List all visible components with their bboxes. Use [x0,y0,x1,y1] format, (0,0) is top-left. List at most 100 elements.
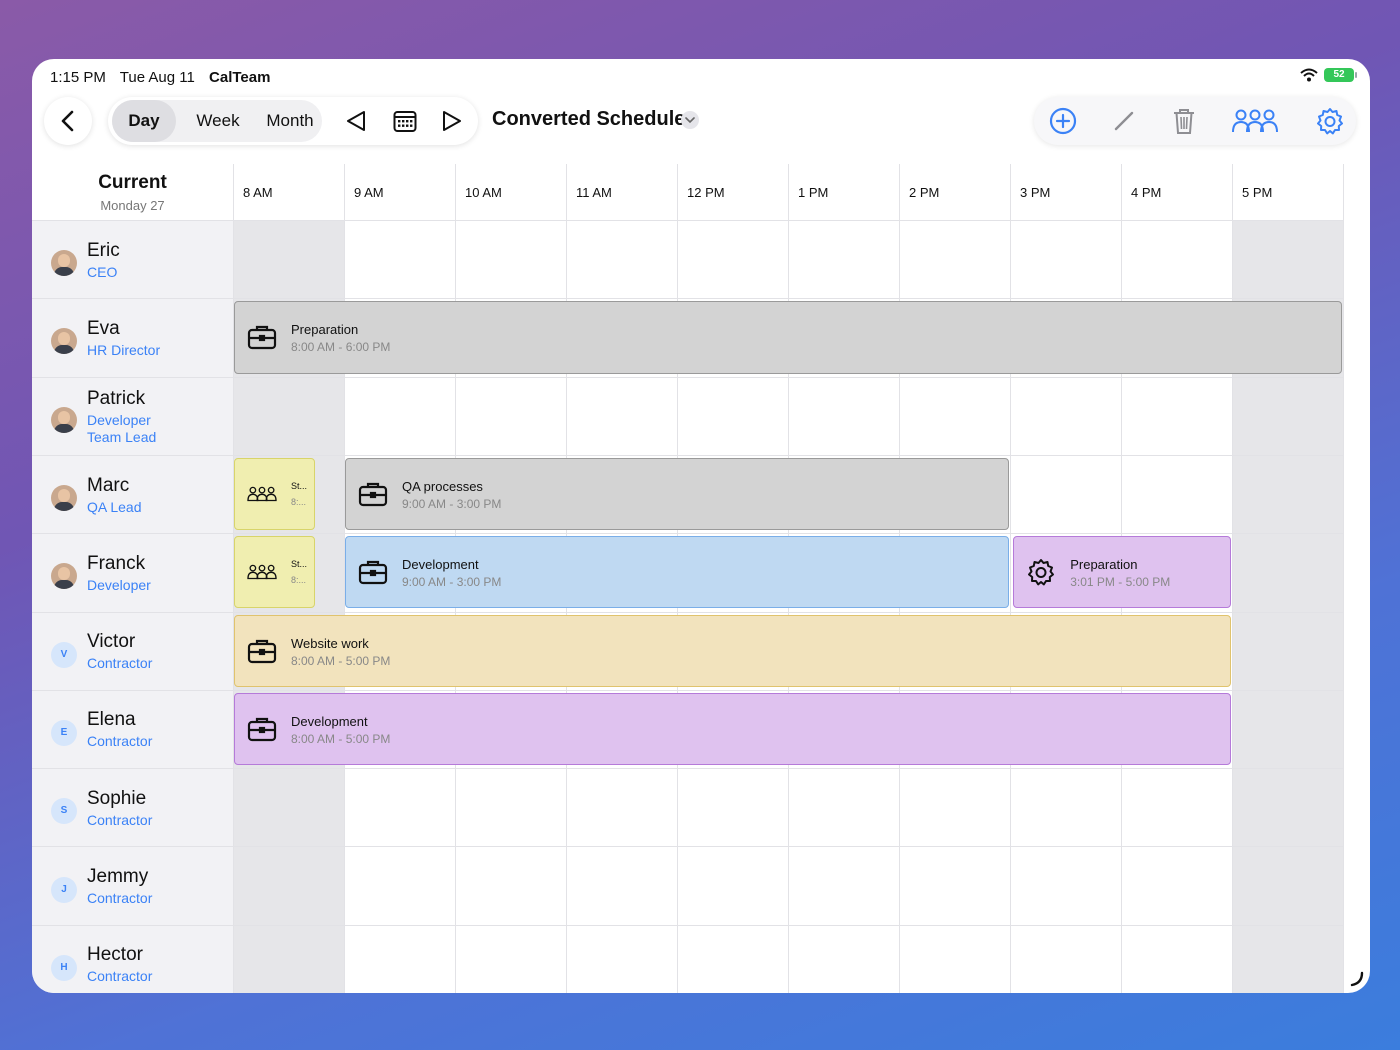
hour-label: 10 AM [465,185,502,200]
person-elena[interactable]: E Elena Contractor [32,690,233,768]
hour-label: 11 AM [576,185,612,200]
person-name: Franck [87,552,146,574]
person-role: Contractor [87,733,153,750]
schedule-grid: Current Monday 27 8 AM 9 AM 10 AM 11 AM 12 P… [32,164,1344,993]
person-role: QA Lead [87,498,142,515]
event-time: 9:00 AM - 3:00 PM [402,496,502,511]
loading-spinner-icon [1350,971,1364,987]
event-block[interactable]: Website work 8:00 AM - 5:00 PM [234,614,1231,687]
actions-bar [1034,97,1356,145]
avatar: E [51,719,77,746]
event-block[interactable]: QA processes 9:00 AM - 3:00 PM [345,457,1009,531]
briefcase-icon [358,479,388,509]
edit-button[interactable] [1108,105,1140,137]
person-role: Contractor [87,811,153,828]
tab-month[interactable]: Month [254,100,326,142]
briefcase-icon [247,714,277,744]
pencil-icon [1114,111,1134,131]
event-block[interactable]: St... 8:... [234,457,316,531]
person-role: Contractor [87,655,153,672]
event-title: St... [291,480,308,491]
person-eric[interactable]: Eric CEO [32,220,233,298]
gear-icon [1317,108,1343,135]
person-name: Sophie [87,787,147,809]
person-name: Patrick [87,387,146,409]
delete-button[interactable] [1168,105,1200,137]
person-name: Marc [87,474,130,496]
event-block[interactable]: St... 8:... [234,536,316,609]
avatar [51,485,77,512]
tab-day[interactable]: Day [112,100,176,142]
hour-label: 3 PM [1020,185,1051,200]
person-role: Contractor [87,890,153,907]
hour-label: 4 PM [1131,185,1162,200]
team-icon [247,479,277,509]
chevron-left-icon [61,110,74,132]
team-icon [247,557,277,587]
tab-week[interactable]: Week [186,100,250,142]
plus-circle-icon [1049,107,1077,135]
calendar-picker-button[interactable] [389,105,421,137]
avatar [51,563,77,590]
person-franck[interactable]: Franck Developer [32,533,233,611]
app-window: 1:15 PM Tue Aug 11 CalTeam 52 Day Week M… [32,59,1370,993]
event-block[interactable]: Preparation 8:00 AM - 6:00 PM [234,301,1342,374]
person-sophie[interactable]: S Sophie Contractor [32,768,233,846]
event-block[interactable]: Preparation 3:01 PM - 5:00 PM [1013,536,1231,609]
avatar [51,328,77,355]
event-title: St... [291,559,308,570]
status-bar: 1:15 PM Tue Aug 11 CalTeam 52 [32,59,1370,95]
chevron-down-icon[interactable] [681,111,699,129]
app-name: CalTeam [209,69,271,86]
person-role: HR Director [87,341,161,358]
settings-button[interactable] [1314,105,1346,137]
avatar: S [51,798,77,825]
next-button[interactable] [436,105,468,137]
person-name: Hector [87,944,143,966]
hour-label: 5 PM [1242,185,1273,200]
hour-label: 12 PM [687,185,725,200]
event-title: Preparation [1070,557,1138,573]
event-time: 8:00 AM - 6:00 PM [291,340,391,355]
hour-label: 2 PM [909,185,940,200]
person-name: Elena [87,709,136,731]
person-patrick[interactable]: Patrick Developer Team Lead [32,377,233,455]
person-eva[interactable]: Eva HR Director [32,298,233,376]
event-title: QA processes [402,478,483,494]
status-date: Tue Aug 11 [119,69,195,86]
add-button[interactable] [1047,105,1079,137]
view-switcher-bar: Day Week Month [108,97,478,145]
person-jemmy[interactable]: J Jemmy Contractor [32,846,233,924]
avatar [51,406,77,433]
gear-icon [1026,557,1056,587]
event-title: Development [402,557,479,573]
event-block[interactable]: Development 9:00 AM - 3:00 PM [345,536,1009,609]
person-marc[interactable]: Marc QA Lead [32,455,233,533]
person-role: Developer [87,411,151,428]
back-button[interactable] [44,97,92,145]
event-title: Website work [291,635,369,651]
triangle-right-icon [443,111,461,131]
avatar: H [51,954,77,981]
team-button[interactable] [1230,105,1280,137]
event-time: 3:01 PM - 5:00 PM [1070,575,1171,590]
previous-button[interactable] [340,105,372,137]
current-label: Current [98,172,167,193]
current-day-header: Current Monday 27 [32,164,233,220]
person-name: Eva [87,317,120,339]
hour-divider [1343,164,1344,993]
hour-divider [1010,164,1011,993]
status-time: 1:15 PM [50,69,106,86]
person-victor[interactable]: V Victor Contractor [32,612,233,690]
triangle-left-icon [347,111,365,131]
person-hector[interactable]: H Hector Contractor [32,925,233,993]
person-name: Eric [87,239,120,261]
event-block[interactable]: Development 8:00 AM - 5:00 PM [234,692,1231,766]
current-date: Monday 27 [100,198,165,213]
person-role: Developer [87,576,151,593]
toolbar: Day Week Month Converted Schedule [32,95,1370,153]
person-role: CEO [87,263,118,280]
hour-label: 8 AM [243,185,273,200]
schedule-title[interactable]: Converted Schedule [492,108,685,131]
person-role: Team Lead [87,428,157,445]
